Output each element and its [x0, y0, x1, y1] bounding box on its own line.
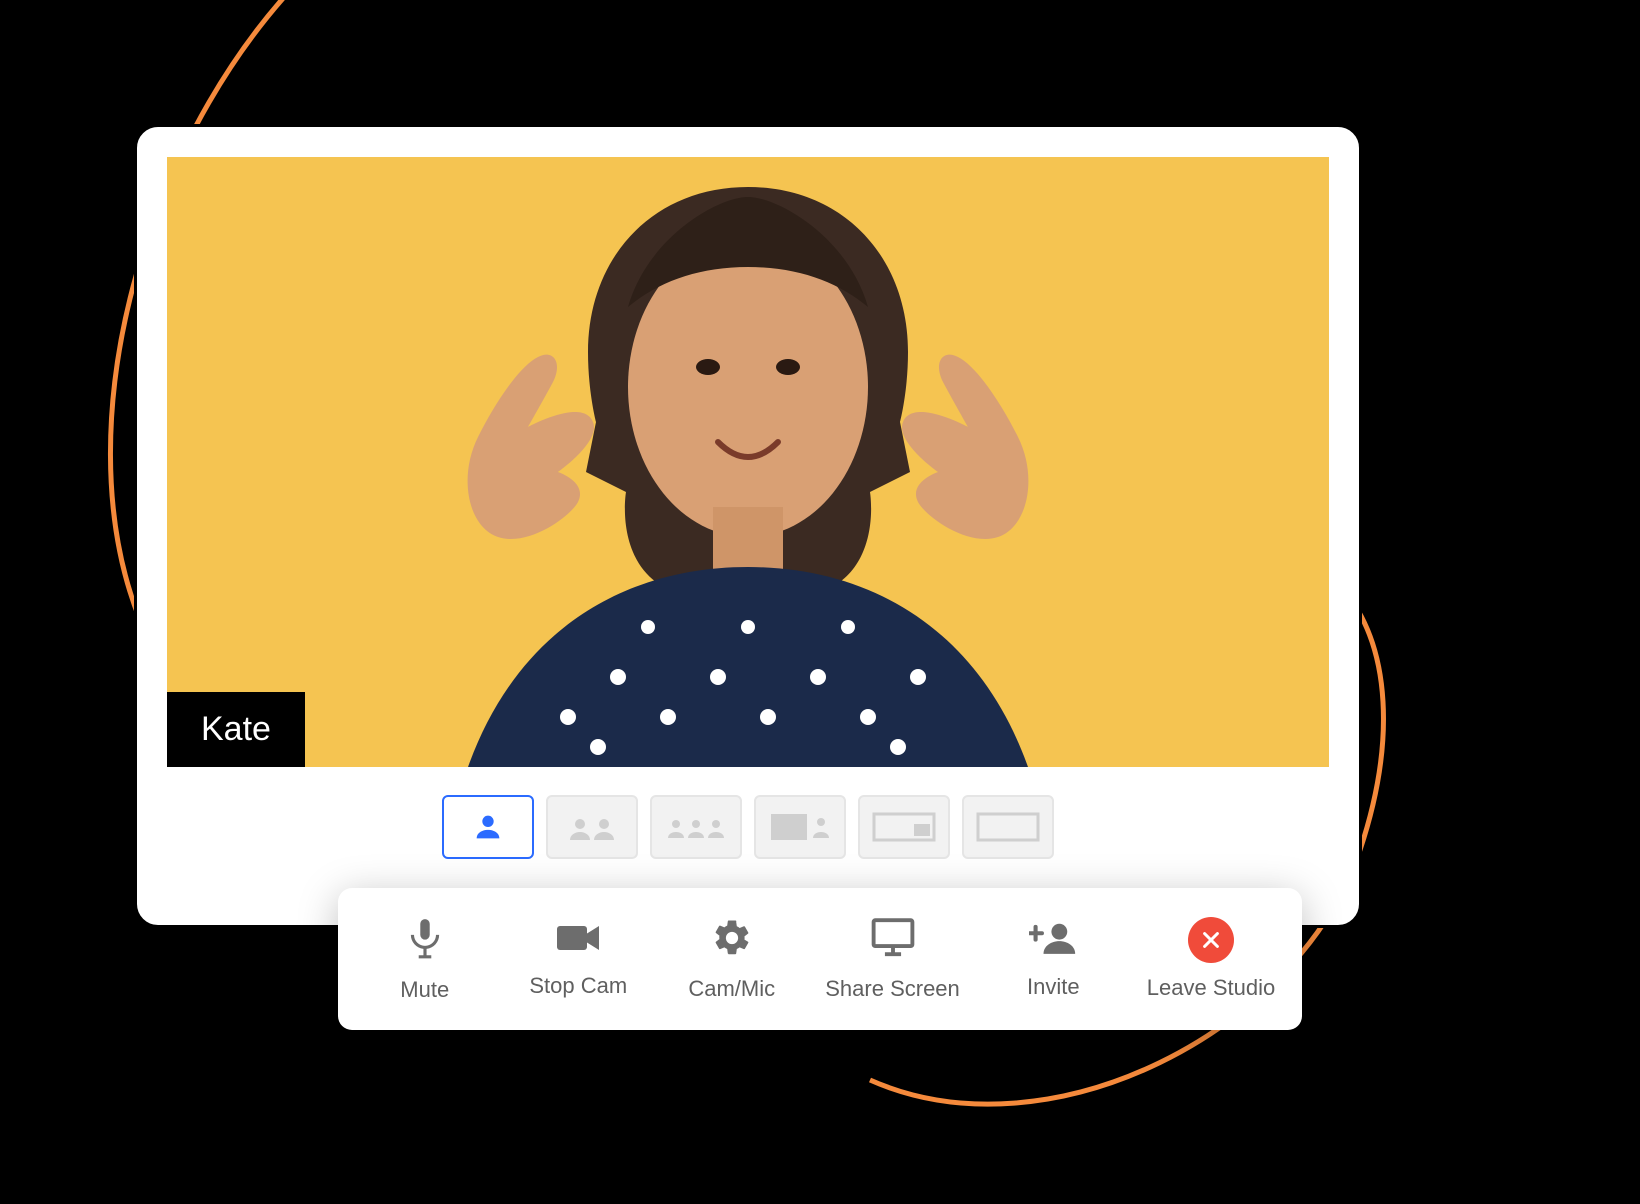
blank-layout-icon [972, 806, 1044, 848]
participant-name-label: Kate [201, 710, 271, 748]
share-screen-button[interactable]: Share Screen [825, 917, 960, 1002]
gear-icon [711, 917, 753, 964]
layout-option-wide-main[interactable] [858, 795, 950, 859]
share-screen-label: Share Screen [825, 976, 960, 1002]
wide-main-icon [868, 806, 940, 848]
layout-option-single[interactable] [442, 795, 534, 859]
leave-studio-label: Leave Studio [1147, 975, 1275, 1001]
three-person-icon [662, 810, 730, 844]
participant-name-tag: Kate [167, 692, 305, 767]
cam-mic-label: Cam/Mic [688, 976, 775, 1002]
camera-icon [554, 920, 602, 961]
mute-button[interactable]: Mute [365, 916, 485, 1003]
invite-button[interactable]: Invite [993, 919, 1113, 1000]
layout-option-three[interactable] [650, 795, 742, 859]
layout-option-blank[interactable] [962, 795, 1054, 859]
two-person-icon [562, 810, 622, 844]
participant-video [248, 157, 1247, 767]
invite-label: Invite [1027, 974, 1080, 1000]
layout-selector [167, 795, 1329, 859]
close-icon [1188, 917, 1234, 963]
video-feed: Kate [167, 157, 1329, 767]
monitor-icon [870, 917, 916, 964]
studio-window: Kate [134, 124, 1362, 928]
cam-mic-settings-button[interactable]: Cam/Mic [672, 917, 792, 1002]
layout-option-two[interactable] [546, 795, 638, 859]
mute-label: Mute [400, 977, 449, 1003]
stop-cam-button[interactable]: Stop Cam [518, 920, 638, 999]
side-main-icon [765, 806, 835, 848]
stop-cam-label: Stop Cam [529, 973, 627, 999]
microphone-icon [405, 916, 445, 965]
person-icon [471, 810, 505, 844]
add-user-icon [1029, 919, 1077, 962]
layout-option-side-main[interactable] [754, 795, 846, 859]
leave-studio-button[interactable]: Leave Studio [1147, 917, 1275, 1001]
control-toolbar: Mute Stop Cam Cam/Mic Share Screen Invit [338, 888, 1302, 1030]
